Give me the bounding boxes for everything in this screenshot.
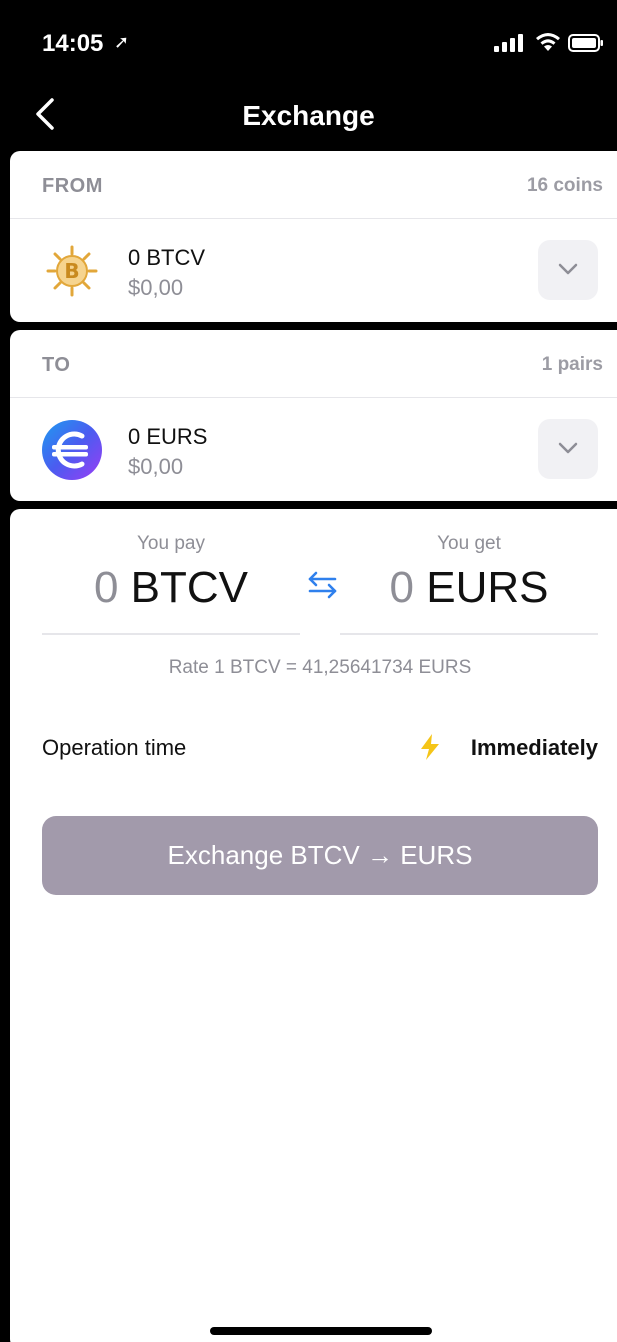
exchange-card: You pay 0 BTCV You get 0 EURS Rate 1 BTC… <box>10 509 617 1342</box>
operation-time-value: Immediately <box>470 735 598 760</box>
lightning-bolt-icon <box>421 734 439 760</box>
swap-arrows-icon[interactable] <box>302 567 342 603</box>
status-bar: 14:05 ➚ <box>0 0 617 80</box>
status-time: 14:05 <box>42 30 104 57</box>
exchange-button[interactable]: Exchange BTCV → EURS <box>42 816 598 895</box>
battery-icon <box>568 34 603 52</box>
from-dropdown-button[interactable] <box>538 240 598 300</box>
from-label: FROM <box>42 175 103 197</box>
you-pay-label: You pay <box>137 533 205 554</box>
chevron-down-icon <box>558 442 578 454</box>
home-indicator <box>210 1327 432 1335</box>
get-amount-value: 0 <box>389 563 414 612</box>
from-coin-amount: 0 BTCV <box>128 245 206 270</box>
to-coin-selector[interactable]: 0 EURS $0,00 <box>10 398 617 501</box>
from-header: FROM 16 coins <box>10 151 617 219</box>
from-coin-count: 16 coins <box>526 175 603 196</box>
to-coin-usd-value: $0,00 <box>128 454 184 479</box>
pay-currency: BTCV <box>130 563 249 612</box>
from-coin-usd-value: $0,00 <box>128 275 184 300</box>
from-card: FROM 16 coins B 0 BTCV $0,00 <box>10 151 617 322</box>
get-currency: EURS <box>426 563 549 612</box>
exchange-screen: 14:05 ➚ Exchange FROM 16 coins B 0 BTCV … <box>0 0 617 1342</box>
operation-time-label: Operation time <box>42 735 187 760</box>
page-title: Exchange <box>242 100 375 131</box>
exchange-rate: Rate 1 BTCV = 41,25641734 EURS <box>168 657 472 678</box>
pay-input-underline <box>42 633 300 635</box>
location-arrow-icon: ➚ <box>114 32 130 52</box>
bitcoin-vault-coin-icon: B <box>46 245 98 297</box>
to-dropdown-button[interactable] <box>538 419 598 479</box>
get-field-underline <box>340 633 598 635</box>
pay-amount-input[interactable]: 0 BTCV <box>42 563 300 613</box>
to-card: TO 1 pairs 0 EURS $0,00 <box>10 330 617 501</box>
to-header: TO 1 pairs <box>10 330 617 398</box>
to-coin-amount: 0 EURS <box>128 424 208 449</box>
svg-text:B: B <box>64 259 79 283</box>
chevron-down-icon <box>558 263 578 275</box>
to-label: TO <box>42 354 71 376</box>
pay-amount-value: 0 <box>93 563 119 612</box>
eurs-coin-icon <box>42 420 102 480</box>
get-amount-field: 0 EURS <box>340 563 598 613</box>
navigation-bar: Exchange <box>0 80 617 150</box>
you-get-label: You get <box>437 533 501 554</box>
cellular-signal-icon <box>494 34 524 52</box>
from-coin-selector[interactable]: B 0 BTCV $0,00 <box>10 219 617 322</box>
wifi-icon <box>536 33 560 51</box>
to-pairs-count: 1 pairs <box>541 354 603 375</box>
